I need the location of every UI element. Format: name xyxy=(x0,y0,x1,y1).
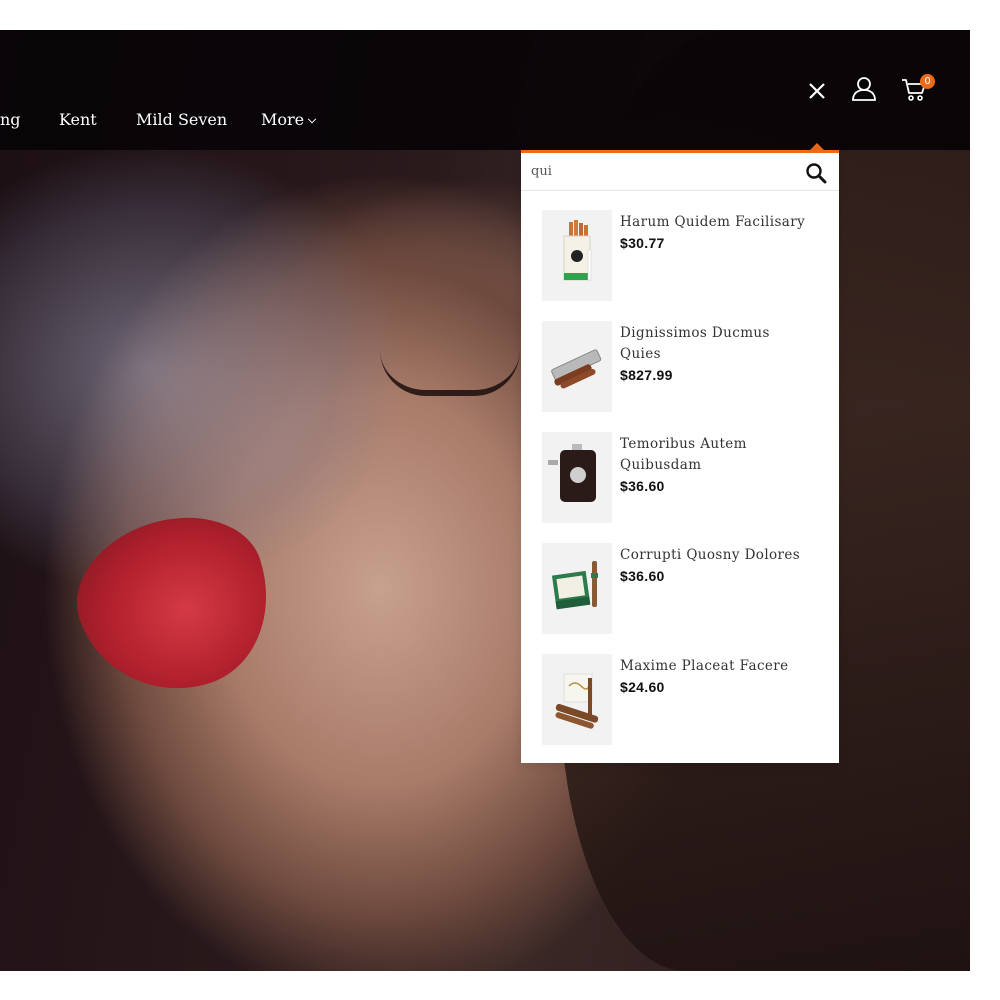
nav-item-partial[interactable]: ng xyxy=(0,110,21,130)
product-thumbnail xyxy=(542,321,612,412)
search-result-item[interactable]: Dignissimos Ducmus Quies $827.99 xyxy=(521,321,839,432)
nav-item-mild-seven[interactable]: Mild Seven xyxy=(136,110,227,130)
search-result-item[interactable]: Temoribus Autem Quibusdam $36.60 xyxy=(521,432,839,543)
product-thumbnail xyxy=(542,210,612,301)
search-bar xyxy=(521,153,839,191)
product-price: $24.60 xyxy=(620,679,665,695)
product-name[interactable]: Maxime Placeat Facere xyxy=(620,656,810,677)
hero-eye-shape xyxy=(380,350,520,396)
nav-item-more[interactable]: More xyxy=(261,110,317,130)
product-price: $30.77 xyxy=(620,235,665,251)
nav-more-label: More xyxy=(261,110,305,129)
search-icon[interactable] xyxy=(805,162,827,184)
search-input[interactable] xyxy=(521,153,791,189)
product-price: $36.60 xyxy=(620,478,665,494)
product-thumbnail xyxy=(542,543,612,634)
product-price: $36.60 xyxy=(620,568,665,584)
product-name[interactable]: Temoribus Autem Quibusdam xyxy=(620,434,810,476)
product-name[interactable]: Dignissimos Ducmus Quies xyxy=(620,323,810,365)
search-result-item[interactable]: Corrupti Quosny Dolores $36.60 xyxy=(521,543,839,654)
user-icon[interactable] xyxy=(851,76,877,102)
product-name[interactable]: Corrupti Quosny Dolores xyxy=(620,545,810,566)
close-icon[interactable] xyxy=(808,82,826,100)
product-thumbnail xyxy=(542,432,612,523)
product-name[interactable]: Harum Quidem Facilisary xyxy=(620,212,810,233)
search-results-list: Harum Quidem Facilisary $30.77 Dignissim… xyxy=(521,210,839,765)
search-dropdown: Harum Quidem Facilisary $30.77 Dignissim… xyxy=(521,150,839,763)
product-price: $827.99 xyxy=(620,367,673,383)
hero-lips-shape xyxy=(58,494,292,716)
chevron-down-icon xyxy=(307,114,317,124)
search-result-item[interactable]: Maxime Placeat Facere $24.60 xyxy=(521,654,839,765)
dropdown-pointer xyxy=(810,143,824,150)
cart-count-badge: 0 xyxy=(920,74,935,89)
nav-item-kent[interactable]: Kent xyxy=(59,110,97,130)
product-thumbnail xyxy=(542,654,612,745)
search-result-item[interactable]: Harum Quidem Facilisary $30.77 xyxy=(521,210,839,321)
